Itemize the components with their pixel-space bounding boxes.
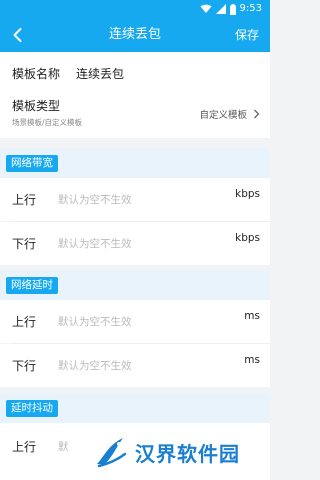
signal-icon [215,4,226,14]
row-label: 上行 [12,440,37,454]
latency-down-input[interactable]: 默认为空不生效 [58,358,132,374]
battery-icon [229,3,236,15]
section-header-jitter: 延时抖动 [0,393,270,423]
row-label: 下行 [12,237,37,251]
template-type-value: 自定义模板 [199,110,247,121]
unit-label: ms [244,354,260,366]
template-type-selector[interactable]: 自定义模板 [199,107,260,121]
section-title: 网络延时 [6,277,58,294]
template-info-section: 模板名称 连续丢包 模板类型 场景模板/自定义模板 自定义模板 [0,52,270,138]
latency-up-input[interactable]: 默认为空不生效 [58,314,132,330]
jitter-up-input[interactable]: 默 [58,439,69,455]
bandwidth-down-input[interactable]: 默认为空不生效 [58,236,132,252]
bandwidth-down-row[interactable]: 下行 默认为空不生效 kbps [0,222,270,265]
section-title: 网络带宽 [6,155,58,172]
latency-up-row[interactable]: 上行 默认为空不生效 ms [0,300,270,343]
page-title: 连续丢包 [108,27,161,42]
template-name-row[interactable]: 模板名称 连续丢包 [12,64,124,82]
chevron-right-icon [254,109,260,119]
watermark-logo-icon [97,438,127,468]
template-type-label: 模板类型 [12,99,61,113]
watermark: 汉界软件园 [93,432,240,472]
row-label: 上行 [12,193,37,207]
unit-label: kbps [235,232,260,244]
section-title: 延时抖动 [6,400,58,417]
bandwidth-up-row[interactable]: 上行 默认为空不生效 kbps [0,178,270,221]
row-label: 下行 [12,359,37,373]
watermark-text: 汉界软件园 [135,441,240,466]
bandwidth-up-input[interactable]: 默认为空不生效 [58,192,132,208]
unit-label: ms [244,310,260,322]
unit-label: kbps [235,188,260,200]
template-name-label: 模板名称 [12,66,61,81]
status-time: 9:53 [239,3,262,14]
save-button[interactable]: 保存 [235,26,259,44]
status-bar: 9:53 [0,0,270,18]
row-label: 上行 [12,315,37,329]
app-bar: 连续丢包 保存 [0,18,270,52]
template-name-value[interactable]: 连续丢包 [76,65,124,82]
status-icons: 9:53 [200,3,262,15]
section-header-bandwidth: 网络带宽 [0,148,270,178]
template-type-sublabel: 场景模板/自定义模板 [12,118,83,127]
section-header-latency: 网络延时 [0,270,270,300]
wifi-icon [200,4,212,13]
latency-down-row[interactable]: 下行 默认为空不生效 ms [0,344,270,387]
